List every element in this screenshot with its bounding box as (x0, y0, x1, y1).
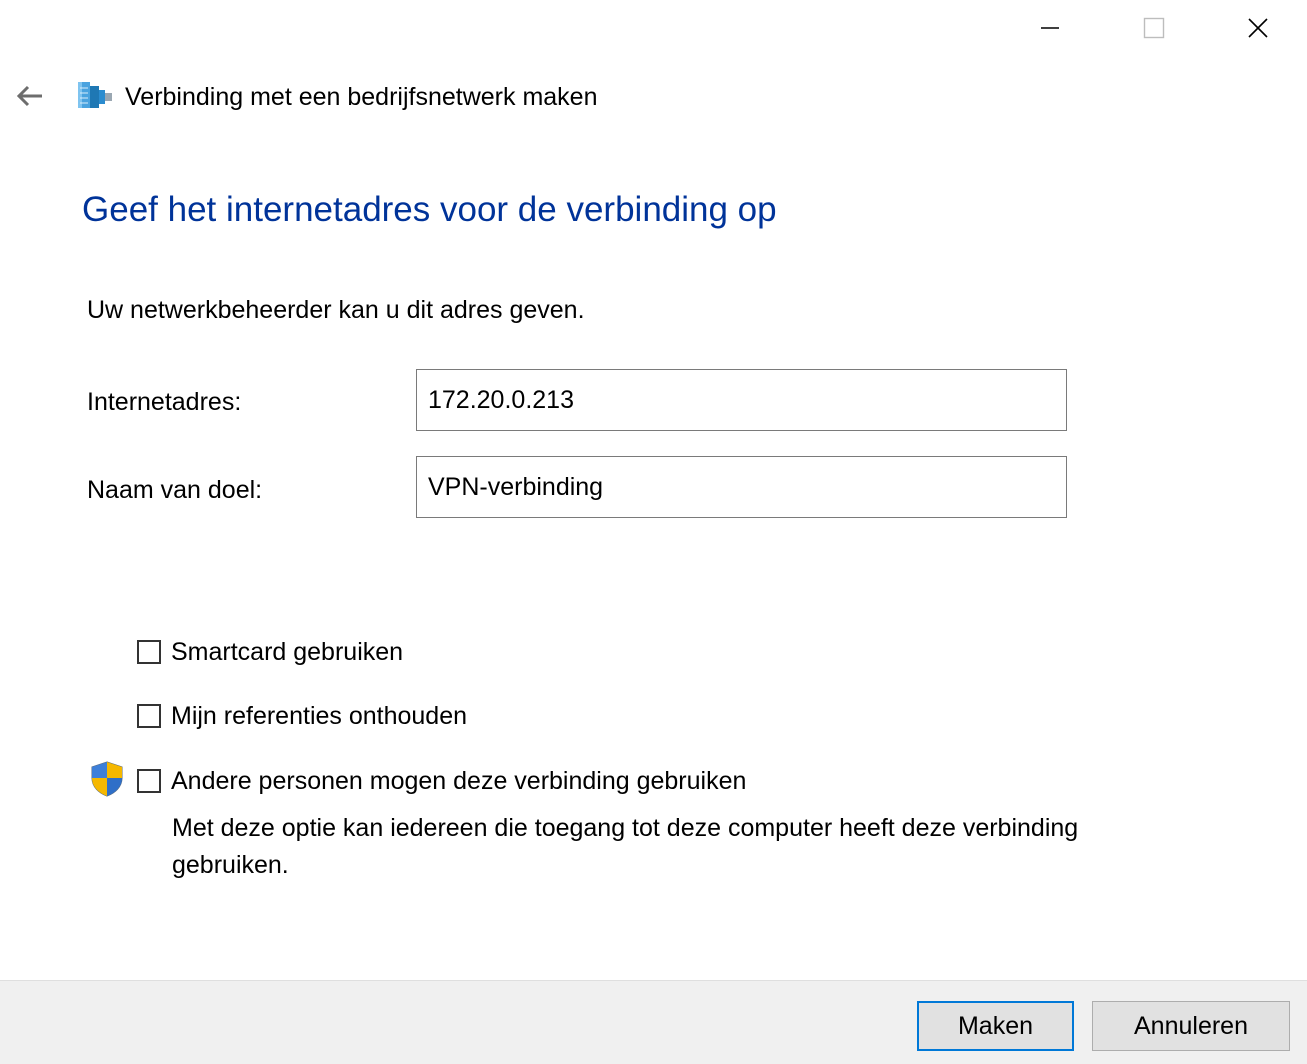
minimize-icon (1041, 27, 1059, 29)
smartcard-checkbox[interactable] (137, 640, 161, 664)
cancel-button[interactable]: Annuleren (1092, 1001, 1290, 1051)
allow-others-label[interactable]: Andere personen mogen deze verbinding ge… (171, 765, 746, 797)
allow-others-note: Met deze optie kan iedereen die toegang … (172, 814, 1079, 879)
allow-others-option[interactable]: Andere personen mogen deze verbinding ge… (137, 765, 746, 797)
close-button[interactable] (1206, 0, 1307, 56)
arrow-left-icon (16, 85, 42, 107)
allow-others-checkbox[interactable] (137, 769, 161, 793)
remember-credentials-label[interactable]: Mijn referenties onthouden (171, 700, 467, 732)
remember-credentials-option[interactable]: Mijn referenties onthouden (137, 700, 467, 732)
remember-credentials-checkbox[interactable] (137, 704, 161, 728)
destination-name-input[interactable] (416, 456, 1067, 518)
destination-name-label: Naam van doel: (87, 476, 263, 504)
internet-address-input[interactable] (416, 369, 1067, 431)
window-title: Verbinding met een bedrijfsnetwerk maken (125, 83, 598, 111)
minimize-button[interactable] (998, 0, 1102, 56)
intro-text: Uw netwerkbeheerder kan u dit adres geve… (87, 296, 585, 324)
smartcard-option[interactable]: Smartcard gebruiken (137, 636, 403, 668)
network-connection-icon (78, 82, 112, 108)
internet-address-label: Internetadres: (87, 388, 242, 416)
vpn-wizard-window: Verbinding met een bedrijfsnetwerk maken… (0, 0, 1307, 1064)
smartcard-label[interactable]: Smartcard gebruiken (171, 636, 403, 668)
back-button[interactable] (10, 76, 50, 116)
uac-shield-icon (91, 761, 123, 797)
maximize-icon (1143, 17, 1165, 39)
maximize-button[interactable] (1102, 0, 1206, 56)
create-button[interactable]: Maken (917, 1001, 1074, 1051)
page-heading: Geef het internetadres voor de verbindin… (82, 190, 777, 229)
close-icon (1248, 18, 1268, 38)
